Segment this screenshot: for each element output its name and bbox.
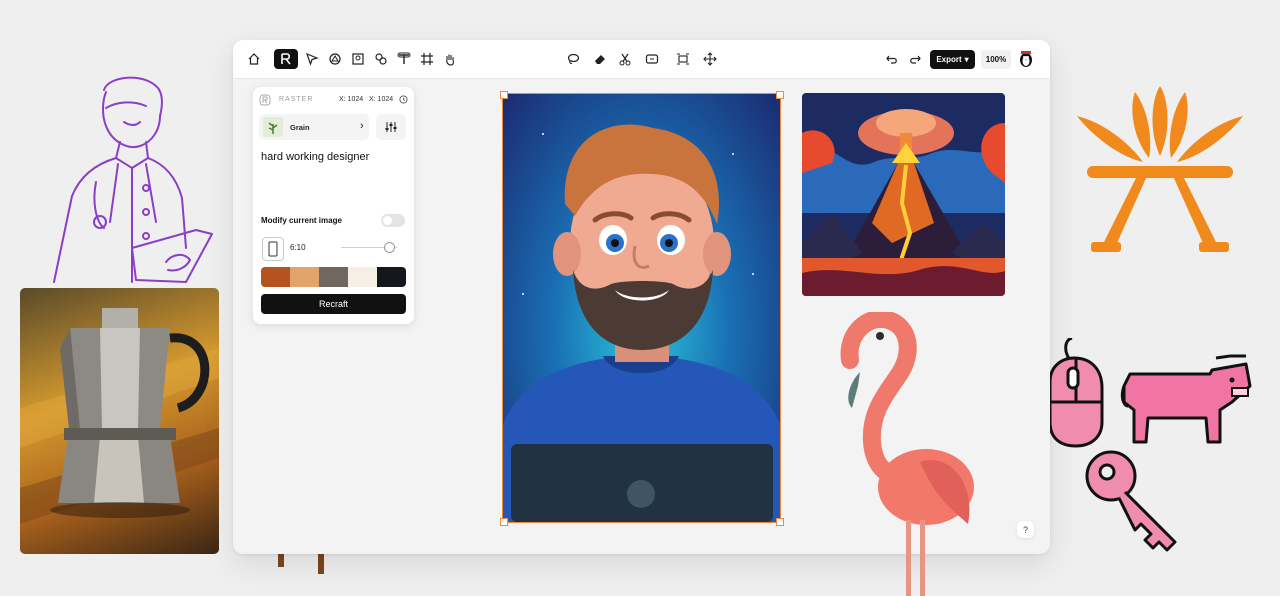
selection-handle-tr[interactable] xyxy=(776,91,784,99)
raster-tool-button[interactable] xyxy=(274,49,298,69)
selection-handle-bl[interactable] xyxy=(500,518,508,526)
scissors-icon[interactable] xyxy=(616,50,634,68)
selection-handle-br[interactable] xyxy=(776,518,784,526)
eraser-icon[interactable] xyxy=(591,50,609,68)
settings-button[interactable] xyxy=(376,114,406,140)
mode-label: RASTER xyxy=(279,96,314,103)
text-tool-icon[interactable] xyxy=(395,50,413,68)
flamingo-illustration xyxy=(840,312,974,596)
cow-icon xyxy=(1120,354,1252,444)
aspect-ratio-value: 6:10 xyxy=(290,243,306,252)
palette-swatch[interactable] xyxy=(290,267,319,287)
selection-handle-tl[interactable] xyxy=(500,91,508,99)
image-frame-icon[interactable] xyxy=(349,50,367,68)
prompt-input[interactable]: hard working designer xyxy=(261,151,369,163)
raster-icon xyxy=(259,94,271,106)
aspect-ratio-icon[interactable] xyxy=(262,237,284,261)
key-icon xyxy=(1085,450,1177,552)
link-icon[interactable] xyxy=(372,50,390,68)
undo-icon[interactable] xyxy=(883,50,901,68)
help-button[interactable]: ? xyxy=(1017,521,1034,538)
volcano-image[interactable] xyxy=(802,93,1005,296)
hand-tool-icon[interactable] xyxy=(441,50,459,68)
modify-toggle[interactable] xyxy=(381,214,405,227)
chevron-right-icon: › xyxy=(360,120,364,132)
pointer-icon[interactable] xyxy=(303,50,321,68)
move-icon[interactable] xyxy=(701,50,719,68)
export-button[interactable]: Export ▾ xyxy=(930,50,975,69)
slider-handle[interactable] xyxy=(384,242,395,253)
style-picker-icon[interactable] xyxy=(326,50,344,68)
palette-swatch[interactable] xyxy=(377,267,406,287)
redo-icon[interactable] xyxy=(906,50,924,68)
style-thumbnail xyxy=(263,117,283,137)
width-value[interactable]: X: 1024 xyxy=(339,96,363,103)
style-name: Grain xyxy=(290,123,310,132)
palette-swatch[interactable] xyxy=(319,267,348,287)
palette-swatch[interactable] xyxy=(348,267,377,287)
color-palette[interactable] xyxy=(261,267,406,287)
home-icon[interactable] xyxy=(245,50,263,68)
height-value[interactable]: X: 1024 xyxy=(369,96,393,103)
export-label: Export xyxy=(936,55,962,64)
style-selector[interactable]: Grain › xyxy=(259,114,369,140)
upscale-icon[interactable] xyxy=(643,50,661,68)
zoom-level[interactable]: 100% xyxy=(981,50,1011,69)
moka-pot-image[interactable] xyxy=(20,288,219,554)
brand-logo-icon xyxy=(1077,86,1243,252)
avatar[interactable] xyxy=(1017,50,1035,68)
history-icon[interactable] xyxy=(399,95,408,104)
modify-label: Modify current image xyxy=(261,216,342,225)
frame-tool-icon[interactable] xyxy=(418,50,436,68)
chevron-down-icon: ▾ xyxy=(964,55,969,64)
mouse-icon xyxy=(1050,338,1104,448)
recraft-button[interactable]: Recraft xyxy=(261,294,406,314)
doctor-illustration xyxy=(53,76,213,283)
lasso-icon[interactable] xyxy=(564,50,582,68)
generation-panel: RASTER X: 1024 X: 1024 Grain › hard work… xyxy=(253,87,414,324)
designer-portrait-image[interactable] xyxy=(502,93,781,523)
palette-swatch[interactable] xyxy=(261,267,290,287)
sliders-icon xyxy=(385,122,397,132)
crop-expand-icon[interactable] xyxy=(674,50,692,68)
toolbar: Export ▾ 100% xyxy=(233,40,1050,79)
